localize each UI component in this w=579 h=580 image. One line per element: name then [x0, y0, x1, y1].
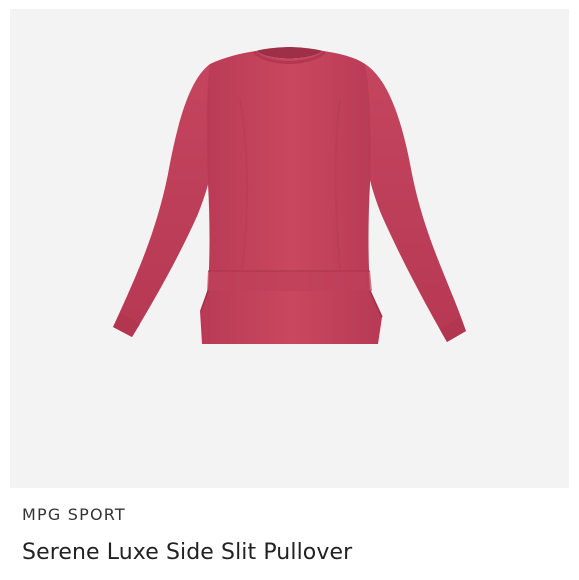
hem-band	[207, 271, 372, 291]
product-card[interactable]: MPG SPORT Serene Luxe Side Slit Pullover	[0, 0, 579, 580]
sweater-body	[200, 51, 382, 344]
left-sleeve	[113, 64, 217, 337]
brand-name[interactable]: MPG SPORT	[22, 505, 126, 524]
product-title[interactable]: Serene Luxe Side Slit Pullover	[22, 540, 352, 565]
product-image[interactable]	[10, 9, 569, 488]
pullover-sweater-icon	[113, 47, 466, 344]
right-sleeve	[362, 64, 466, 342]
